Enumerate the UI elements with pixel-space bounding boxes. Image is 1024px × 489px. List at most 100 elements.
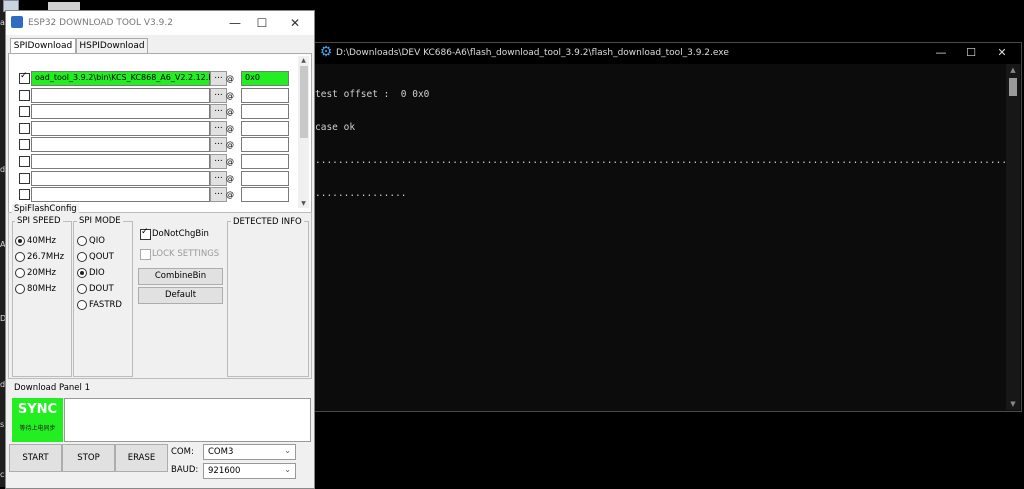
spi-speed-option-radio[interactable]: [15, 268, 25, 278]
baud-value: 921600: [208, 466, 241, 476]
sync-sublabel: 等待上电同步: [19, 425, 56, 432]
at-label: @: [226, 140, 234, 149]
console-line: ........................................…: [315, 155, 1005, 166]
at-label: @: [226, 124, 234, 133]
file-path-input[interactable]: [31, 154, 210, 169]
spi-mode-option-label: FASTRD: [89, 300, 122, 310]
at-label: @: [226, 107, 234, 116]
do-not-chg-bin-checkbox[interactable]: [140, 227, 151, 240]
scroll-thumb[interactable]: [300, 66, 308, 138]
com-select[interactable]: COM3 ⌄: [203, 444, 296, 460]
maximize-icon[interactable]: ☐: [956, 44, 986, 62]
baud-select[interactable]: 921600 ⌄: [203, 463, 296, 479]
tool-title-bar[interactable]: ESP32 DOWNLOAD TOOL V3.9.2 — ☐ ✕: [6, 11, 314, 35]
com-label: COM:: [171, 447, 194, 457]
spi-mode-option-radio[interactable]: [77, 284, 87, 294]
start-button[interactable]: START: [9, 444, 62, 472]
offset-address-input[interactable]: [241, 88, 289, 103]
scroll-down-icon[interactable]: ▼: [1006, 398, 1020, 410]
offset-address-input[interactable]: [241, 187, 289, 202]
file-enable-checkbox[interactable]: [19, 189, 30, 200]
tab-hspidownload[interactable]: HSPIDownload: [76, 38, 148, 54]
offset-address-input[interactable]: [241, 104, 289, 119]
erase-button[interactable]: ERASE: [115, 444, 168, 472]
file-enable-checkbox[interactable]: [19, 106, 30, 117]
spi-speed-option-radio[interactable]: [15, 284, 25, 294]
esp32-download-tool-window: ESP32 DOWNLOAD TOOL V3.9.2 — ☐ ✕ SPIDown…: [5, 10, 315, 489]
offset-address-value: 0x0: [245, 73, 260, 82]
gear-icon: ⚙: [319, 44, 333, 60]
file-path-input[interactable]: [31, 187, 210, 202]
spi-mode-option-radio[interactable]: [77, 252, 87, 262]
offset-address-input[interactable]: [241, 171, 289, 186]
minimize-icon[interactable]: —: [926, 44, 956, 62]
console-title: D:\Downloads\DEV KC686-A6\flash_download…: [336, 48, 729, 58]
scroll-up-icon[interactable]: ▲: [298, 56, 309, 65]
offset-address-input[interactable]: [241, 154, 289, 169]
close-icon[interactable]: ✕: [987, 44, 1017, 62]
file-path-input[interactable]: [31, 104, 210, 119]
console-title-bar[interactable]: ⚙ D:\Downloads\DEV KC686-A6\flash_downlo…: [312, 43, 1021, 64]
offset-address-input[interactable]: [241, 137, 289, 152]
file-path-input[interactable]: [31, 137, 210, 152]
spi-mode-option-radio[interactable]: [77, 236, 87, 246]
file-enable-checkbox[interactable]: [19, 90, 30, 101]
baud-label: BAUD:: [171, 465, 199, 475]
spi-mode-option-radio[interactable]: [77, 268, 87, 278]
file-path-input[interactable]: [31, 121, 210, 136]
lock-settings-label: LOCK SETTINGS: [152, 249, 220, 259]
file-enable-checkbox[interactable]: [19, 173, 30, 184]
chevron-down-icon: ⌄: [284, 446, 291, 455]
spi-mode-option-radio[interactable]: [77, 300, 87, 310]
file-enable-checkbox[interactable]: [19, 71, 30, 84]
spi-mode-title: SPI MODE: [77, 216, 123, 226]
at-label: @: [226, 157, 234, 166]
console-line: ................: [315, 188, 407, 199]
file-path-input[interactable]: oad_tool_3.9.2\bin\KCS_KC868_A6_V2.2.12.…: [31, 71, 221, 86]
spi-speed-option-label: 80MHz: [27, 284, 57, 294]
offset-address-input[interactable]: 0x0: [241, 71, 289, 86]
file-path-input[interactable]: [31, 171, 210, 186]
default-button[interactable]: Default: [138, 287, 223, 304]
stop-button[interactable]: STOP: [62, 444, 115, 472]
file-path-value: oad_tool_3.9.2\bin\KCS_KC868_A6_V2.2.12.…: [35, 73, 221, 82]
console-window: ⚙ D:\Downloads\DEV KC686-A6\flash_downlo…: [311, 42, 1022, 412]
spi-speed-option-label: 40MHz: [27, 236, 57, 246]
file-enable-checkbox[interactable]: [19, 156, 30, 167]
combine-bin-button[interactable]: CombineBin: [138, 268, 223, 285]
console-scrollbar[interactable]: ▲ ▼: [1006, 64, 1020, 410]
sync-label: SYNC: [17, 402, 58, 417]
at-label: @: [226, 174, 234, 183]
spi-speed-option-radio[interactable]: [15, 236, 25, 246]
scroll-down-icon[interactable]: ▼: [298, 199, 309, 208]
do-not-chg-bin-label: DoNotChgBin: [152, 229, 209, 239]
spi-mode-option-label: DOUT: [89, 284, 114, 294]
file-list-scrollbar[interactable]: ▲ ▼: [298, 56, 309, 208]
at-label: @: [226, 91, 234, 100]
offset-address-input[interactable]: [241, 121, 289, 136]
spi-mode-option-label: DIO: [89, 268, 105, 278]
scroll-thumb[interactable]: [1009, 78, 1017, 96]
console-line: case ok: [315, 122, 356, 133]
sync-status: SYNC 等待上电同步: [12, 398, 63, 442]
detected-info-title: DETECTED INFO: [231, 217, 304, 227]
file-enable-checkbox[interactable]: [19, 139, 30, 150]
spi-mode-option-label: QIO: [89, 236, 105, 246]
spi-flash-config-title: SpiFlashConfig: [12, 204, 79, 214]
close-icon[interactable]: ✕: [282, 14, 308, 32]
file-enable-checkbox[interactable]: [19, 123, 30, 134]
file-path-input[interactable]: [31, 88, 210, 103]
download-log[interactable]: [64, 398, 311, 442]
spi-speed-title: SPI SPEED: [15, 216, 63, 226]
minimize-icon[interactable]: —: [222, 14, 248, 32]
maximize-icon[interactable]: ☐: [249, 14, 275, 32]
lock-settings-checkbox[interactable]: [140, 249, 151, 260]
detected-info-group: [227, 221, 309, 377]
at-label: @: [226, 190, 234, 199]
tool-title: ESP32 DOWNLOAD TOOL V3.9.2: [28, 18, 173, 28]
console-output[interactable]: test offset : 0 0x0 case ok ............…: [315, 67, 1005, 221]
console-line: test offset : 0 0x0: [315, 89, 430, 100]
spi-speed-option-radio[interactable]: [15, 252, 25, 262]
desktop-taskbar-fragment: [48, 2, 80, 10]
scroll-up-icon[interactable]: ▲: [1006, 64, 1020, 76]
